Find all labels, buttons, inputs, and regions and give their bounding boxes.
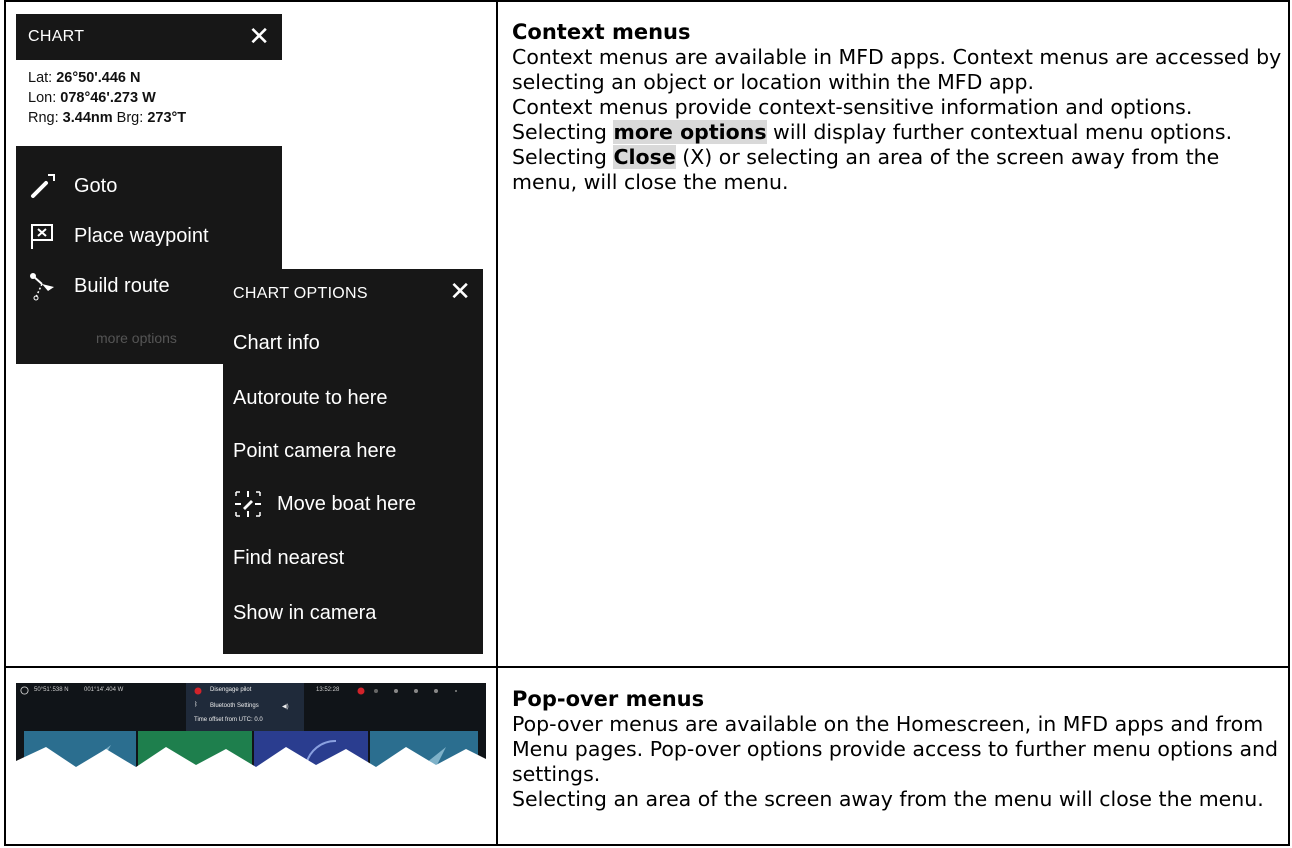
bluetooth-settings-item[interactable]: Bluetooth Settings	[210, 703, 259, 709]
lon-line: Lon: 078°46'.273 W	[28, 90, 156, 106]
move-boat-icon	[233, 489, 267, 519]
popover-menus-description: Pop-over menus Pop-over menus are availa…	[512, 687, 1282, 812]
popover-screenshot: 50°51'.538 N 001°14'.404 W 13:52:28 Dise…	[16, 683, 486, 783]
chart-menu-header: CHART ✕	[16, 14, 282, 60]
status-time: 13:52:28	[316, 687, 340, 693]
find-nearest-menu-item[interactable]: Find nearest	[233, 534, 344, 582]
pilot-icon	[194, 687, 202, 695]
popover-menus-heading: Pop-over menus	[512, 687, 705, 711]
context-para-4: Selecting Close (X) or selecting an area…	[512, 145, 1220, 194]
bluetooth-audio-icon: ◀)	[282, 704, 289, 710]
move-boat-menu-item[interactable]: Move boat here	[233, 480, 416, 528]
lat-line: Lat: 26°50'.446 N	[28, 70, 141, 86]
context-para-2: Context menus provide context-sensitive …	[512, 95, 1193, 119]
popover-para-1: Pop-over menus are available on the Home…	[512, 712, 1279, 786]
goto-menu-item[interactable]: Goto	[28, 162, 117, 210]
range-bearing-line: Rng: 3.44nm Brg: 273°T	[28, 110, 187, 126]
show-in-camera-menu-item[interactable]: Show in camera	[233, 589, 376, 637]
status-icons	[357, 687, 457, 695]
build-route-menu-item[interactable]: Build route	[28, 262, 170, 310]
context-menus-description: Context menus Context menus are availabl…	[512, 20, 1282, 195]
place-waypoint-menu-item[interactable]: Place waypoint	[28, 212, 209, 260]
chart-menu-title: CHART	[28, 28, 85, 45]
more-options-menu-item[interactable]: more options	[96, 330, 177, 346]
position-info: Lat: 26°50'.446 N Lon: 078°46'.273 W Rng…	[16, 60, 282, 146]
globe-icon	[20, 686, 29, 695]
context-para-3: Selecting more options will display furt…	[512, 120, 1233, 144]
close-icon[interactable]: ✕	[248, 22, 270, 50]
chart-options-title: CHART OPTIONS	[233, 285, 368, 302]
status-lat: 50°51'.538 N	[34, 687, 69, 693]
route-icon	[28, 271, 62, 301]
row-divider	[4, 666, 1290, 668]
status-lon: 001°14'.404 W	[84, 687, 124, 693]
popover-para-2: Selecting an area of the screen away fro…	[512, 787, 1264, 811]
context-menus-heading: Context menus	[512, 20, 691, 44]
goto-icon	[28, 171, 62, 201]
column-divider	[496, 0, 498, 846]
autoroute-menu-item[interactable]: Autoroute to here	[233, 374, 388, 422]
context-para-1: Context menus are available in MFD apps.…	[512, 45, 1282, 94]
waypoint-flag-icon	[28, 221, 62, 251]
app-tiles	[16, 731, 486, 783]
close-icon[interactable]: ✕	[449, 277, 471, 305]
utc-offset-item[interactable]: Time offset from UTC: 0.0	[194, 717, 263, 723]
chart-info-menu-item[interactable]: Chart info	[233, 319, 320, 367]
disengage-pilot-item[interactable]: Disengage pilot	[210, 687, 251, 693]
chart-options-menu: CHART OPTIONS ✕ Chart info Autoroute to …	[223, 269, 483, 654]
point-camera-menu-item[interactable]: Point camera here	[233, 427, 396, 475]
bluetooth-icon: ᛒ	[194, 702, 198, 708]
popover-menu: Disengage pilot ᛒ Bluetooth Settings ◀) …	[186, 683, 304, 731]
